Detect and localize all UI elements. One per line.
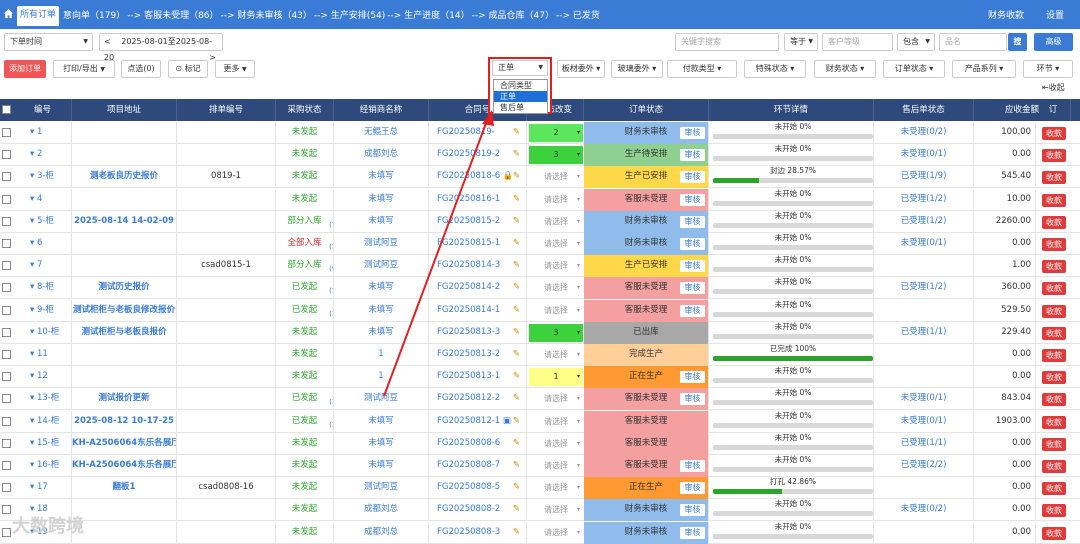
watermark-logo: 大数跨境 bbox=[12, 516, 84, 537]
annotation-arrow bbox=[383, 110, 494, 397]
